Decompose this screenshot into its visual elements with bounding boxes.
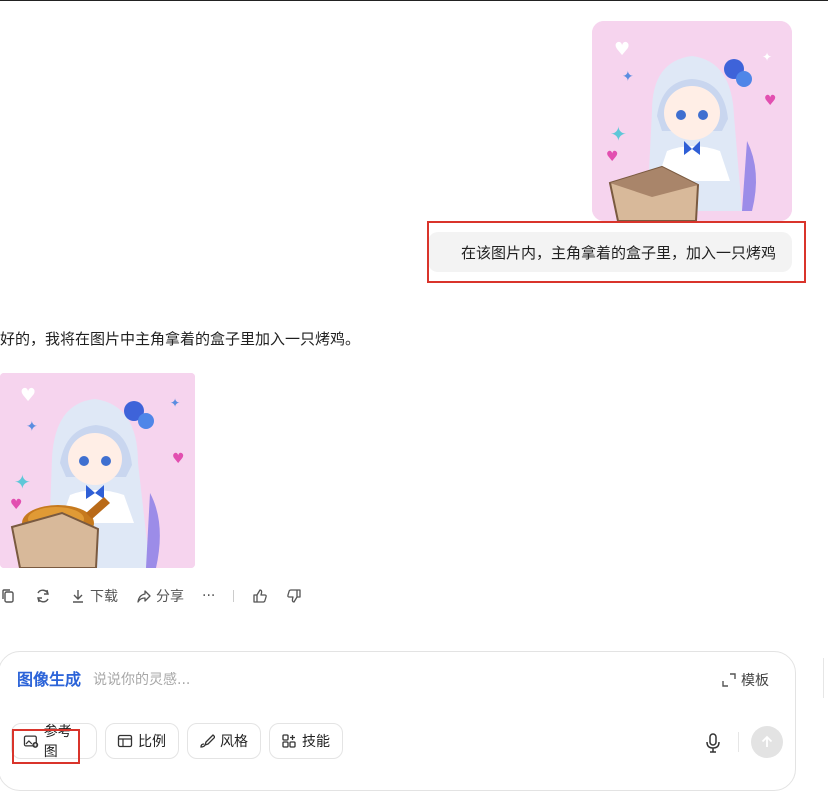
svg-text:♥: ♥ (20, 385, 36, 406)
prompt-input[interactable]: 说说你的灵感... (93, 669, 190, 689)
message-action-bar: 下载 分享 ··· (0, 584, 320, 608)
svg-text:♥: ♥ (10, 497, 23, 513)
grid-plus-icon (282, 734, 296, 748)
dislike-button[interactable] (286, 588, 302, 604)
more-icon: ··· (202, 588, 216, 604)
share-label: 分享 (156, 589, 184, 605)
skill-chip[interactable]: 技能 (269, 723, 343, 759)
ratio-label: 比例 (138, 734, 166, 750)
edge-divider (823, 658, 824, 698)
ratio-chip[interactable]: 比例 (105, 723, 179, 759)
thumbs-up-icon (253, 589, 268, 603)
svg-text:♥: ♥ (172, 451, 185, 467)
arrow-up-icon (761, 735, 773, 747)
svg-text:✦: ✦ (26, 419, 38, 435)
highlight-box (427, 221, 806, 283)
voice-input-button[interactable] (703, 732, 723, 758)
svg-text:✦: ✦ (14, 470, 31, 494)
svg-text:✦: ✦ (622, 69, 634, 85)
download-button[interactable]: 下载 (70, 586, 118, 606)
svg-text:✦: ✦ (762, 50, 772, 64)
svg-text:✦: ✦ (170, 396, 180, 410)
regenerate-button[interactable] (34, 587, 52, 605)
download-label: 下载 (90, 589, 118, 605)
template-button[interactable]: 模板 (722, 670, 769, 690)
svg-text:♥: ♥ (764, 93, 777, 109)
skill-label: 技能 (302, 734, 330, 750)
svg-text:♥: ♥ (606, 149, 619, 165)
highlight-box-reference (12, 729, 80, 764)
action-divider (233, 590, 235, 602)
user-uploaded-image[interactable]: ♥ ♥ ♥ ✦ ✦ ✦ (592, 21, 792, 221)
download-icon (73, 590, 83, 603)
share-button[interactable]: 分享 (136, 586, 184, 606)
send-button[interactable] (751, 726, 783, 758)
assistant-message-text: 好的，我将在图片中主角拿着的盒子里加入一只烤鸡。 (0, 330, 361, 348)
brush-icon (200, 734, 215, 748)
share-icon (137, 590, 151, 603)
ratio-icon (117, 734, 133, 748)
refresh-icon (37, 589, 49, 603)
composer-divider (738, 732, 739, 752)
more-button[interactable]: ··· (202, 588, 215, 604)
svg-text:✦: ✦ (610, 122, 627, 146)
copy-icon (2, 589, 14, 603)
like-button[interactable] (252, 588, 268, 604)
svg-text:♥: ♥ (614, 39, 630, 60)
top-border (0, 0, 828, 1)
thumbs-down-icon (287, 589, 302, 603)
expand-icon (722, 673, 736, 687)
microphone-icon (706, 733, 720, 753)
template-label: 模板 (741, 673, 769, 689)
style-chip[interactable]: 风格 (187, 723, 261, 759)
generated-image[interactable]: ♥ ♥ ♥ ✦ ✦ ✦ (0, 373, 195, 568)
style-label: 风格 (220, 734, 248, 750)
copy-button[interactable] (0, 588, 16, 604)
mode-label[interactable]: 图像生成 (17, 666, 81, 690)
